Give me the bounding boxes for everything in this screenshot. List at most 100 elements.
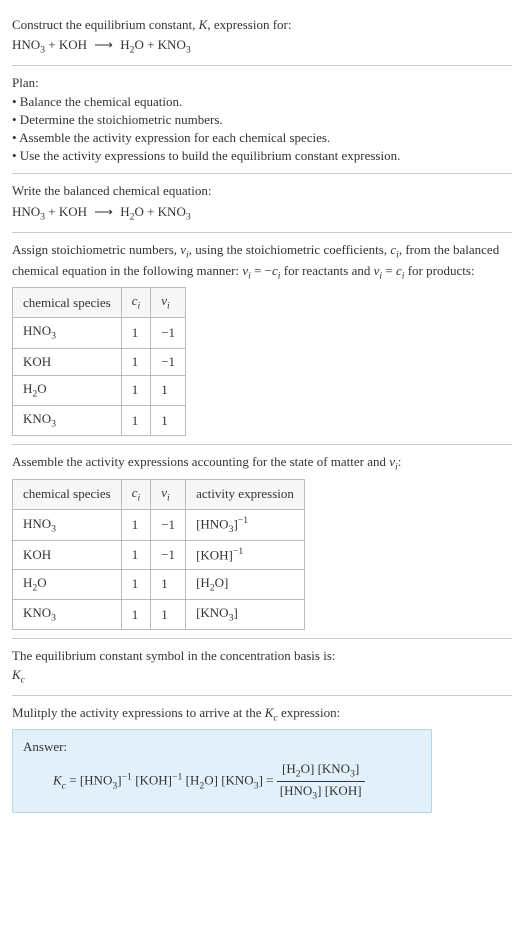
th-ci-i: i: [138, 301, 141, 312]
th-species-label: chemical species: [23, 295, 111, 310]
ans-eq2: =: [263, 773, 277, 788]
activity-title: Assemble the activity expressions accoun…: [12, 453, 512, 474]
ans-t3a: [H: [182, 773, 199, 788]
th-nui-i: i: [167, 492, 170, 503]
ans-eq: =: [66, 773, 80, 788]
cell-nui: 1: [151, 406, 186, 436]
cell-ci: 1: [121, 406, 151, 436]
sp: KNO: [23, 411, 51, 426]
answer-fraction: [H2O] [KNO3][HNO3] [KOH]: [277, 760, 365, 803]
prompt-equation: HNO3 + KOH ⟶ H2O + KNO3: [12, 36, 512, 57]
cell-species: H2O: [13, 375, 122, 405]
activity-section: Assemble the activity expressions accoun…: [12, 445, 512, 639]
cell-ci: 1: [121, 318, 151, 348]
stoich-pre: Assign stoichiometric numbers,: [12, 242, 180, 257]
symbol-K: K: [12, 667, 21, 682]
symbol-line: The equilibrium constant symbol in the c…: [12, 647, 512, 665]
th-species: chemical species: [13, 479, 122, 509]
table-header-row: chemical species ci νi: [13, 288, 186, 318]
cell-species: KNO3: [13, 406, 122, 436]
plan-b1: • Balance the chemical equation.: [12, 93, 512, 111]
act: [HNO: [196, 516, 229, 531]
eq-plus-koh: + KOH: [45, 37, 90, 52]
table-header-row: chemical species ci νi activity expressi…: [13, 479, 305, 509]
cell-ci: 1: [121, 375, 151, 405]
den-b: ] [KOH]: [317, 783, 361, 798]
th-ci: ci: [121, 479, 151, 509]
multiply-section: Mulitply the activity expressions to arr…: [12, 696, 512, 821]
cell-species: KNO3: [13, 600, 122, 630]
answer-box: Answer: Kc = [HNO3]−1 [KOH]−1 [H2O] [KNO…: [12, 729, 432, 813]
stoich-text: Assign stoichiometric numbers, νi, using…: [12, 241, 512, 283]
act: [KOH]: [196, 548, 233, 563]
arrow-icon: ⟶: [90, 203, 117, 221]
cell-activity: [HNO3]−1: [186, 509, 305, 541]
cell-nui: −1: [151, 348, 186, 375]
activity-pre: Assemble the activity expressions accoun…: [12, 454, 389, 469]
eq-hno3: HNO: [12, 37, 40, 52]
sp-sub: 3: [51, 613, 56, 624]
symbol-c: c: [21, 674, 25, 685]
balanced-section: Write the balanced chemical equation: HN…: [12, 174, 512, 232]
table-row: KOH 1 −1 [KOH]−1: [13, 541, 305, 570]
cell-ci: 1: [121, 541, 151, 570]
stoich-section: Assign stoichiometric numbers, νi, using…: [12, 233, 512, 446]
beq-plus-koh: + KOH: [45, 204, 90, 219]
eq-h2o-h: H: [117, 37, 130, 52]
sp-sub: 3: [51, 523, 56, 534]
arrow-icon: ⟶: [90, 36, 117, 54]
cell-nui: −1: [151, 318, 186, 348]
stoich-rel1post: for reactants and: [281, 263, 374, 278]
answer-equation: Kc = [HNO3]−1 [KOH]−1 [H2O] [KNO3] = [H2…: [53, 760, 421, 803]
cell-nui: −1: [151, 509, 186, 541]
balanced-equation: HNO3 + KOH ⟶ H2O + KNO3: [12, 203, 512, 224]
sp: HNO: [23, 323, 51, 338]
act-close: O]: [215, 575, 229, 590]
cell-species: HNO3: [13, 509, 122, 541]
cell-ci: 1: [121, 569, 151, 599]
plan-b4: • Use the activity expressions to build …: [12, 147, 512, 165]
th-nui: νi: [151, 288, 186, 318]
cell-ci: 1: [121, 509, 151, 541]
table-row: KOH 1 −1: [13, 348, 186, 375]
plan-b3: • Assemble the activity expression for e…: [12, 129, 512, 147]
sp: KNO: [23, 605, 51, 620]
th-nui: νi: [151, 479, 186, 509]
table-row: HNO3 1 −1 [HNO3]−1: [13, 509, 305, 541]
den-a: [HNO: [280, 783, 313, 798]
beq-h: H: [117, 204, 130, 219]
mult-pre: Mulitply the activity expressions to arr…: [12, 705, 265, 720]
ans-t4a: [KNO: [218, 773, 254, 788]
th-species: chemical species: [13, 288, 122, 318]
th-activity: activity expression: [186, 479, 305, 509]
ans-t2: [KOH]: [132, 773, 172, 788]
table-row: KNO3 1 1 [KNO3]: [13, 600, 305, 630]
cell-ci: 1: [121, 600, 151, 630]
sp-b: O: [37, 381, 46, 396]
num-a: [H: [282, 761, 296, 776]
ans-t2sup: −1: [172, 772, 182, 783]
plan-title: Plan:: [12, 74, 512, 92]
sp: HNO: [23, 516, 51, 531]
cell-species: H2O: [13, 569, 122, 599]
act: [KNO: [196, 605, 229, 620]
cell-nui: 1: [151, 569, 186, 599]
cell-nui: −1: [151, 541, 186, 570]
th-ci: ci: [121, 288, 151, 318]
beq-o-kno: O + KNO: [134, 204, 185, 219]
eq-o-kno: O + KNO: [134, 37, 185, 52]
multiply-title: Mulitply the activity expressions to arr…: [12, 704, 512, 725]
table-row: H2O 1 1: [13, 375, 186, 405]
eq-kno3-sub: 3: [186, 45, 191, 56]
act-close: ]: [233, 605, 237, 620]
mult-post: expression:: [278, 705, 340, 720]
ans-t3b: O]: [204, 773, 218, 788]
fraction-denominator: [HNO3] [KOH]: [277, 782, 365, 803]
activity-table: chemical species ci νi activity expressi…: [12, 479, 305, 631]
answer-label: Answer:: [23, 738, 421, 756]
act: [H: [196, 575, 210, 590]
sp: H: [23, 381, 32, 396]
table-row: HNO3 1 −1: [13, 318, 186, 348]
symbol-kc: Kc: [12, 666, 512, 687]
ans-K: K: [53, 773, 62, 788]
